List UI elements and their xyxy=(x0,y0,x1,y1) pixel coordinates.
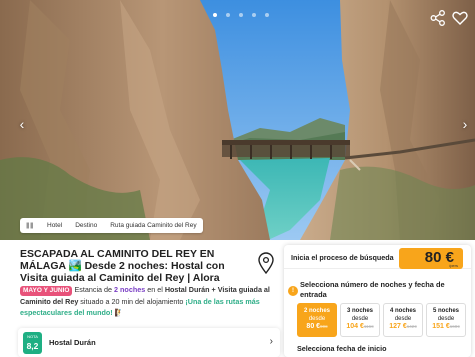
step-indicator: ! xyxy=(288,286,298,296)
date-section-title: Selecciona fecha de inicio xyxy=(297,344,387,353)
hotel-card[interactable]: NOTA 8,2 Hostal Durán › xyxy=(18,328,280,357)
listing-title: ESCAPADA AL CAMINITO DEL REY EN MÁLAGA 🏞… xyxy=(20,248,225,284)
option-price: 151 € xyxy=(432,323,450,330)
chevron-left-icon[interactable]: ‹ xyxy=(15,116,29,132)
breadcrumb: Hotel Destino Ruta guiada Caminito del R… xyxy=(20,218,203,233)
nights-option-4[interactable]: 4 noches desde 127 €142€ xyxy=(383,303,423,337)
option-price-wrap: 80 €90€ xyxy=(298,323,336,331)
carousel-dot[interactable] xyxy=(252,13,256,17)
option-nights: 4 noches xyxy=(389,308,416,314)
chevron-right-icon[interactable]: › xyxy=(458,116,472,132)
desc-text: situado a 20 min del alojamiento xyxy=(78,297,186,306)
carousel-dot[interactable] xyxy=(226,13,230,17)
carousel-dot[interactable] xyxy=(265,13,269,17)
option-nights: 5 noches xyxy=(432,308,459,314)
option-price-wrap: 151 €168€ xyxy=(427,323,465,331)
rating-value: 8,2 xyxy=(26,340,39,351)
option-from: desde xyxy=(437,315,455,322)
option-old-price: 168€ xyxy=(449,324,460,329)
desc-text: en el xyxy=(145,285,165,294)
option-from: desde xyxy=(394,315,412,322)
nights-option-2[interactable]: 2 noches desde 80 €90€ xyxy=(297,303,337,337)
option-nights: 2 noches xyxy=(303,308,330,314)
option-price: 104 € xyxy=(346,323,364,330)
price-badge: 80 € /pers xyxy=(399,248,463,269)
chevron-right-icon[interactable]: › xyxy=(270,336,273,347)
share-icon[interactable] xyxy=(429,9,447,27)
listing-description: MAYO Y JUNIO Estancia de 2 noches en el … xyxy=(20,284,276,318)
option-old-price: 90€ xyxy=(320,324,328,329)
carousel-dot[interactable] xyxy=(213,13,217,17)
desc-text: Estancia de xyxy=(72,285,115,294)
rating-label: NOTA xyxy=(27,333,38,339)
desc-emoji: 🧗 xyxy=(112,308,124,317)
booking-header: Inicia el proceso de búsqueda 80 € /pers xyxy=(284,245,471,269)
map-pin-icon[interactable] xyxy=(257,252,275,274)
option-price-wrap: 104 €116€ xyxy=(341,323,379,331)
gorge-photo xyxy=(0,0,475,240)
option-from: desde xyxy=(308,315,326,322)
breadcrumb-ruta[interactable]: Ruta guiada Caminito del Rey xyxy=(110,222,196,229)
option-old-price: 142€ xyxy=(406,324,417,329)
home-icon[interactable] xyxy=(26,222,34,229)
carousel-dot[interactable] xyxy=(239,13,243,17)
breadcrumb-destino[interactable]: Destino xyxy=(75,222,97,229)
option-price: 80 € xyxy=(306,323,321,330)
option-nights: 3 noches xyxy=(346,308,373,314)
option-from: desde xyxy=(351,315,369,322)
nights-option-3[interactable]: 3 noches desde 104 €116€ xyxy=(340,303,380,337)
nights-option-5[interactable]: 5 noches desde 151 €168€ xyxy=(426,303,466,337)
nights-options: 2 noches desde 80 €90€ 3 noches desde 10… xyxy=(297,303,466,337)
price-unit: /pers xyxy=(449,263,458,268)
step-title: Selecciona número de noches y fecha de e… xyxy=(300,280,445,299)
search-start-label: Inicia el proceso de búsqueda xyxy=(291,253,394,262)
breadcrumb-hotel[interactable]: Hotel xyxy=(47,222,62,229)
booking-panel: Inicia el proceso de búsqueda 80 € /pers… xyxy=(284,245,471,357)
carousel-dots[interactable] xyxy=(213,13,269,17)
rating-badge: NOTA 8,2 xyxy=(23,331,42,354)
heart-icon[interactable] xyxy=(451,9,469,27)
desc-nights: 2 noches xyxy=(114,285,146,294)
promo-tag: MAYO Y JUNIO xyxy=(20,286,73,296)
hotel-name: Hostal Durán xyxy=(49,338,96,347)
option-price-wrap: 127 €142€ xyxy=(384,323,422,331)
hero-gallery[interactable]: ‹ › Hotel Destino Ruta guiada Caminito d… xyxy=(0,0,475,240)
option-old-price: 116€ xyxy=(363,324,374,329)
option-price: 127 € xyxy=(389,323,407,330)
